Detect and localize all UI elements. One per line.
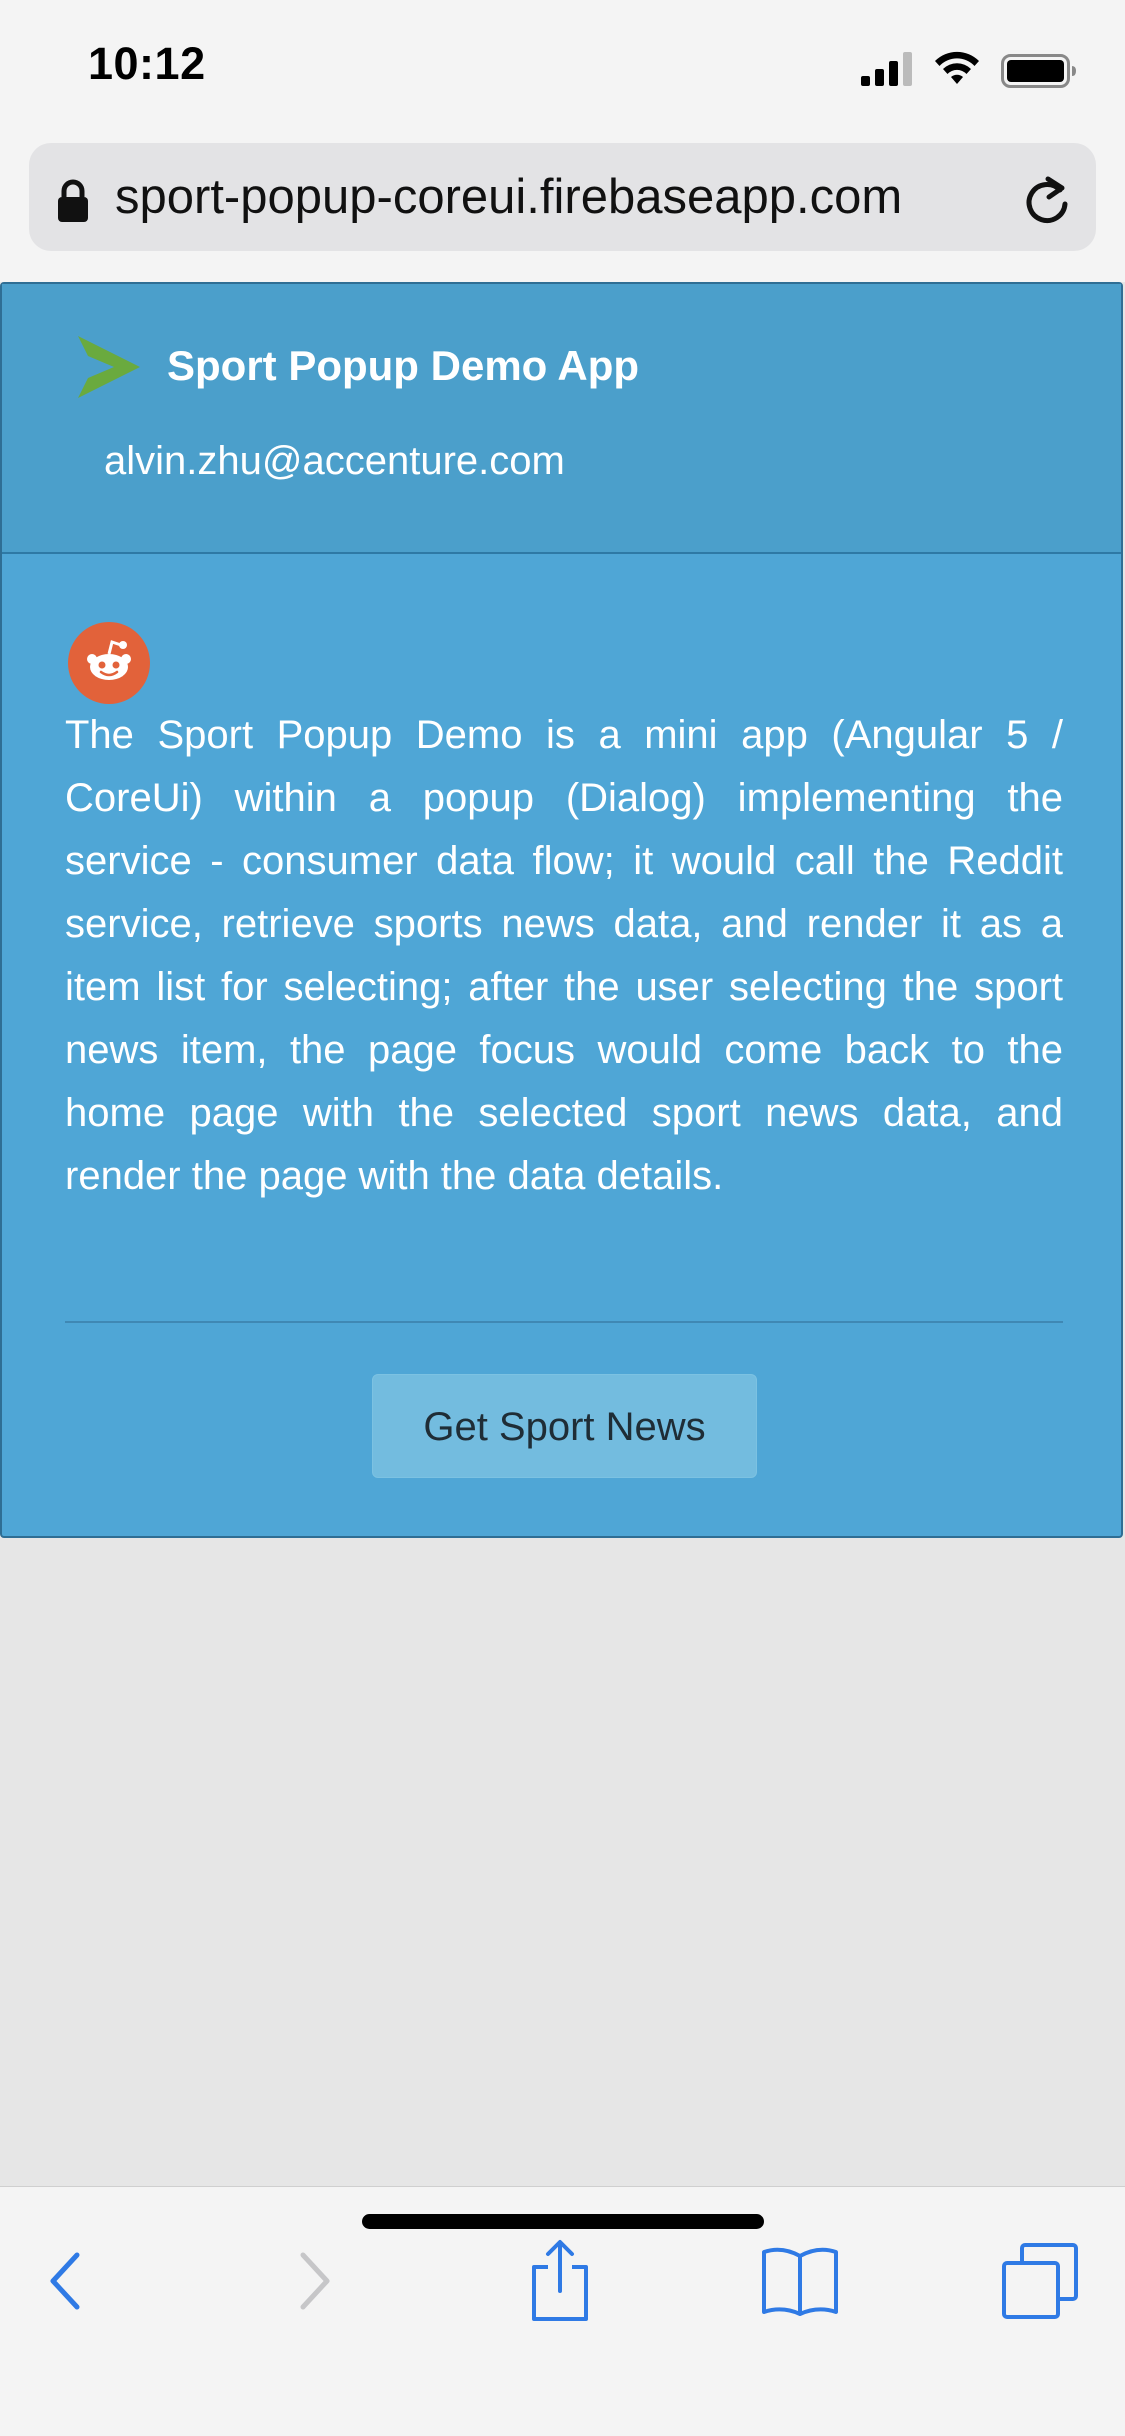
status-time: 10:12 <box>88 38 206 89</box>
browser-toolbar <box>0 2186 1125 2436</box>
address-bar[interactable]: sport-popup-coreui.firebaseapp.com <box>29 143 1096 251</box>
wifi-icon <box>935 51 979 84</box>
url-text[interactable]: sport-popup-coreui.firebaseapp.com <box>115 169 902 225</box>
address-bar-area: sport-popup-coreui.firebaseapp.com <box>0 135 1125 282</box>
brand-chevron-icon <box>78 336 140 398</box>
forward-button[interactable] <box>265 2231 365 2331</box>
share-button[interactable] <box>510 2231 610 2331</box>
user-email: alvin.zhu@accenture.com <box>104 439 565 483</box>
back-icon <box>50 2252 80 2310</box>
back-button[interactable] <box>15 2231 115 2331</box>
status-bar: 10:12 <box>0 0 1125 135</box>
bookmarks-icon <box>762 2247 838 2316</box>
share-icon <box>532 2240 588 2321</box>
tabs-icon <box>1002 2243 1078 2319</box>
status-icons <box>817 50 1077 90</box>
get-sport-news-button[interactable]: Get Sport News <box>372 1374 757 1478</box>
battery-icon <box>1001 54 1076 88</box>
card-title: Sport Popup Demo App <box>167 342 640 389</box>
home-indicator[interactable] <box>362 2214 764 2229</box>
divider <box>65 1321 1063 1323</box>
app-card: Sport Popup Demo App alvin.zhu@accenture… <box>0 282 1123 1538</box>
signal-icon <box>861 52 912 86</box>
reddit-icon <box>68 622 150 704</box>
card-header: Sport Popup Demo App alvin.zhu@accenture… <box>2 284 1121 554</box>
tabs-button[interactable] <box>990 2231 1090 2331</box>
forward-icon <box>300 2252 330 2310</box>
lock-icon <box>58 179 88 222</box>
bookmarks-button[interactable] <box>750 2231 850 2331</box>
reload-icon[interactable] <box>1022 173 1072 227</box>
app-description: The Sport Popup Demo is a mini app (Angu… <box>65 713 1063 1198</box>
